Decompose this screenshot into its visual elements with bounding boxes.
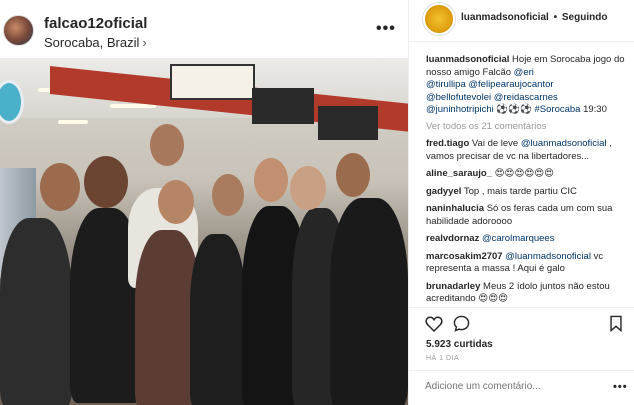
store-sign — [170, 64, 255, 100]
person — [190, 234, 246, 405]
post-username[interactable]: falcao12oficial — [44, 15, 147, 32]
avatar[interactable] — [3, 15, 34, 46]
add-comment-bar: ••• — [409, 370, 634, 405]
mention-link[interactable]: @luanmadsonoficial — [505, 251, 591, 262]
post-header: falcao12oficial Sorocaba, Brazil › ••• — [0, 0, 408, 58]
person-head — [150, 124, 184, 166]
person-head — [212, 174, 244, 216]
chevron-right-icon: › — [142, 35, 147, 50]
person-head — [290, 166, 326, 210]
person-head — [254, 158, 288, 202]
mention-link[interactable]: @tirullipa — [426, 79, 466, 90]
mention-link[interactable]: @felipearaujocantor — [468, 79, 553, 90]
mention-link[interactable]: @juninhotripichi — [426, 104, 494, 115]
separator-dot: • — [553, 12, 558, 23]
view-all-comments-link[interactable]: Ver todos os 21 comentários — [426, 121, 626, 134]
comment-item: gadyyel Top , mais tarde partiu CIC — [426, 186, 626, 199]
likes-count[interactable]: 5.923 curtidas — [426, 339, 493, 350]
caption-text: 19:30 — [580, 104, 607, 115]
person-head — [336, 153, 370, 197]
comment-input[interactable] — [425, 381, 595, 392]
person-head — [40, 163, 80, 211]
post-time: HÁ 1 DIA — [426, 355, 460, 362]
comment-icon[interactable] — [453, 315, 470, 332]
comment-item: marcosakim2707 @luanmadsonoficial vc rep… — [426, 251, 626, 276]
ceiling-light — [110, 104, 156, 108]
post-location[interactable]: Sorocaba, Brazil › — [44, 35, 147, 50]
comment-text: 😍😍😍😍😍😍 — [492, 168, 555, 179]
mention-link[interactable]: @bellofutevolei — [426, 92, 491, 103]
bookmark-icon[interactable] — [609, 315, 623, 332]
comment-item: naninhalucia Só os feras cada um com sua… — [426, 203, 626, 228]
comment-text: Top , mais tarde partiu CIC — [461, 185, 577, 197]
mention-link[interactable]: @luanmadsonoficial — [521, 138, 607, 149]
person — [330, 198, 408, 405]
hashtag-link[interactable]: #Sorocaba — [535, 104, 581, 115]
comment-username[interactable]: naninhalucia — [426, 203, 484, 214]
caption-username[interactable]: luanmadsonoficial — [426, 54, 509, 65]
comment-item: realvdornaz @carolmarquees — [426, 233, 626, 246]
sidebar-user-line: luanmadsonoficial • Seguindo — [461, 12, 607, 23]
comment-username[interactable]: brunadarley — [426, 281, 480, 292]
comment-item: aline_saraujo_ 😍😍😍😍😍😍 — [426, 168, 626, 181]
person-head — [158, 180, 194, 224]
more-options-button[interactable]: ••• — [376, 20, 396, 38]
post-panel: falcao12oficial Sorocaba, Brazil › ••• — [0, 0, 408, 405]
comment-username[interactable]: gadyyel — [426, 186, 461, 197]
ceiling-light — [58, 120, 88, 124]
mention-link[interactable]: @eri — [514, 67, 534, 78]
store-sign — [252, 88, 314, 124]
comment-item: brunadarley Meus 2 ídolo juntos não esto… — [426, 281, 626, 306]
more-options-button[interactable]: ••• — [613, 381, 628, 393]
sidebar-header: luanmadsonoficial • Seguindo — [409, 0, 634, 42]
comment-username[interactable]: aline_saraujo_ — [426, 168, 492, 179]
post-photo[interactable] — [0, 58, 408, 405]
comment-item: fred.tiago Vai de leve @luanmadsonoficia… — [426, 138, 626, 163]
comment-username[interactable]: fred.tiago — [426, 138, 469, 149]
comment-username[interactable]: realvdornaz — [426, 233, 479, 244]
store-sign — [318, 106, 378, 140]
caption-text: ⚽⚽⚽ — [493, 104, 535, 115]
following-button[interactable]: Seguindo — [562, 12, 608, 23]
person — [0, 218, 72, 405]
location-label[interactable]: Sorocaba, Brazil — [44, 35, 139, 50]
caption: luanmadsonoficial Hoje em Sorocaba jogo … — [426, 54, 626, 117]
post-sidebar: luanmadsonoficial • Seguindo luanmadsono… — [408, 0, 634, 405]
comment-username[interactable]: marcosakim2707 — [426, 251, 503, 262]
comments-list: luanmadsonoficial Hoje em Sorocaba jogo … — [426, 54, 626, 311]
sidebar-username[interactable]: luanmadsonoficial — [461, 12, 549, 23]
comment-text: Vai de leve — [469, 138, 521, 149]
mention-link[interactable]: @reidascarnes — [494, 92, 558, 103]
heart-icon[interactable] — [425, 315, 443, 332]
action-bar — [409, 307, 634, 337]
person-head — [84, 156, 128, 208]
mention-link[interactable]: @carolmarquees — [482, 233, 554, 244]
avatar[interactable] — [423, 3, 455, 35]
